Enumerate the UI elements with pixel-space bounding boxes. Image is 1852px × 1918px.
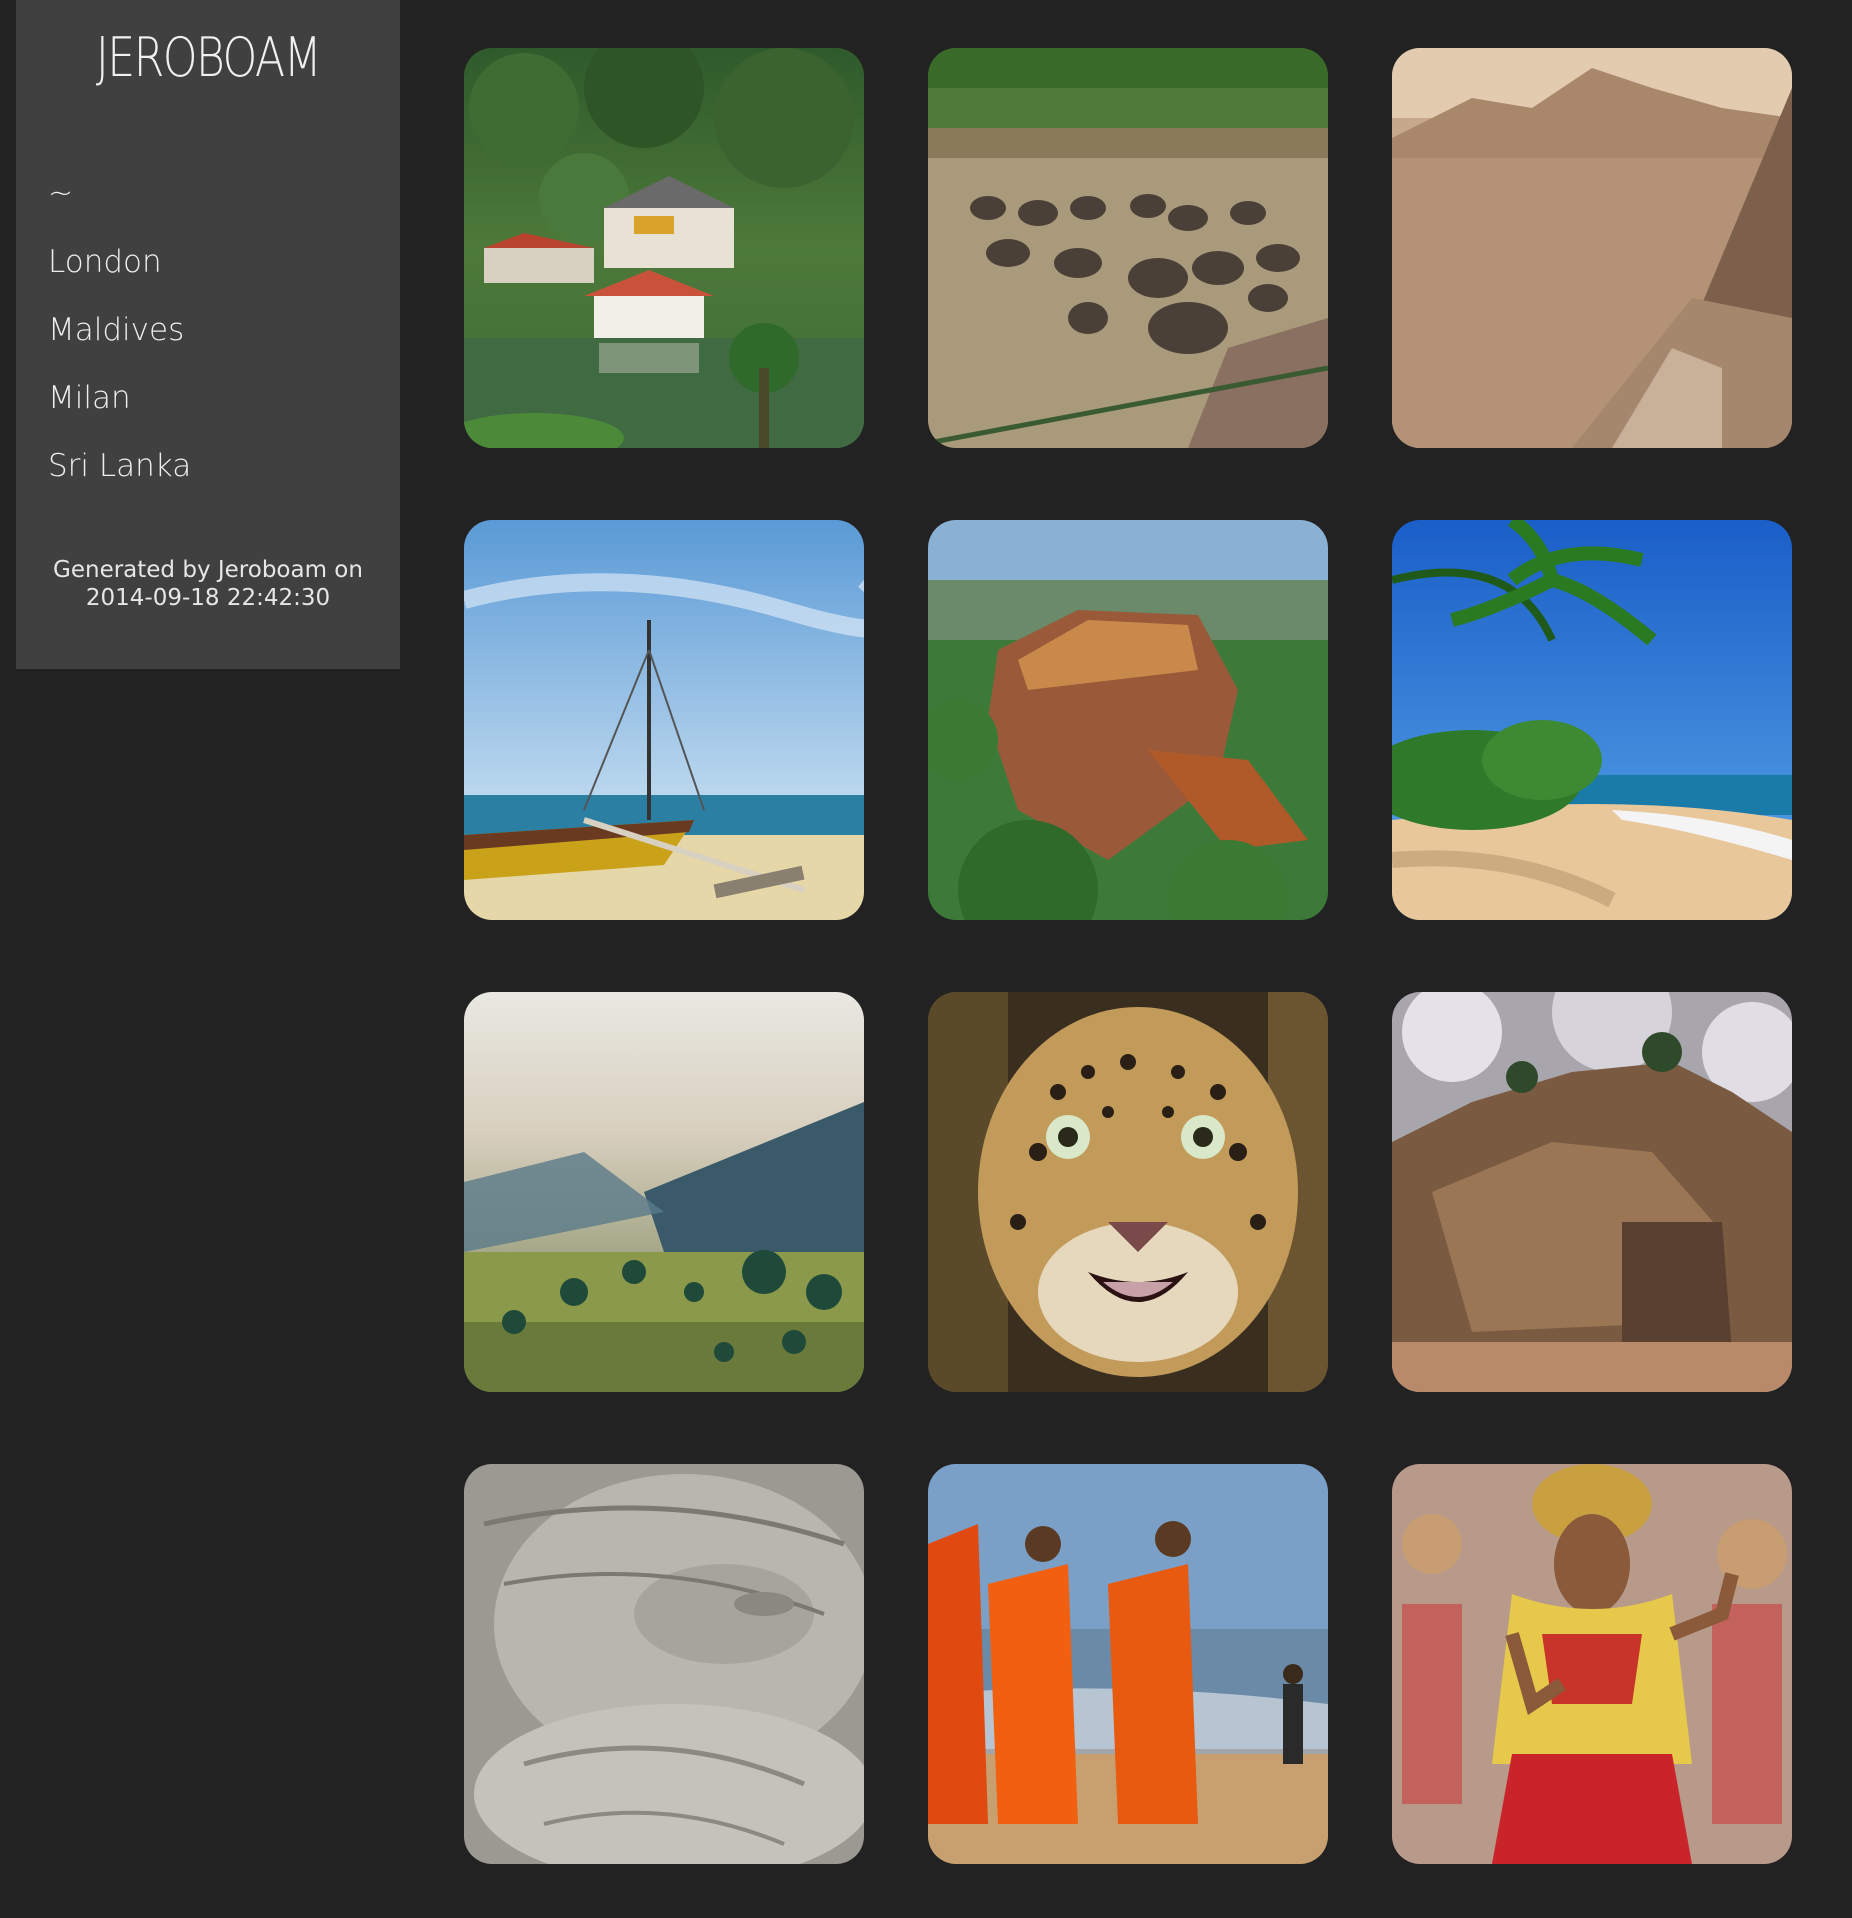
- photo-dancer[interactable]: [1392, 1464, 1792, 1864]
- album-link-home[interactable]: ~: [48, 160, 384, 228]
- photo-sigiriya-rock-aerial[interactable]: [928, 520, 1328, 920]
- photo-monks-on-beach[interactable]: [928, 1464, 1328, 1864]
- photo-reclining-buddha[interactable]: [464, 1464, 864, 1864]
- generated-timestamp: 2014-09-18 22:42:30: [85, 585, 331, 611]
- album-link-sri-lanka[interactable]: Sri Lanka: [48, 432, 384, 500]
- photo-leopard[interactable]: [928, 992, 1328, 1392]
- photo-elephants-in-river[interactable]: [928, 48, 1328, 448]
- generated-note: Generated by Jeroboam on 2014-09-18 22:4…: [16, 556, 400, 612]
- album-link-london[interactable]: London: [48, 228, 384, 296]
- site-title[interactable]: JEROBOAM: [51, 26, 366, 89]
- album-link-maldives[interactable]: Maldives: [48, 296, 384, 364]
- album-list: ~ London Maldives Milan Sri Lanka: [48, 160, 384, 500]
- generated-by-text: Generated by Jeroboam on: [53, 557, 363, 583]
- photo-sepia-ruins[interactable]: [1392, 48, 1792, 448]
- sidebar: JEROBOAM ~ London Maldives Milan Sri Lan…: [16, 0, 400, 669]
- album-link-milan[interactable]: Milan: [48, 364, 384, 432]
- photo-rock-fortress[interactable]: [1392, 992, 1792, 1392]
- photo-temple-by-lake[interactable]: [464, 48, 864, 448]
- photo-misty-valley[interactable]: [464, 992, 864, 1392]
- photo-palm-beach[interactable]: [1392, 520, 1792, 920]
- photo-outrigger-boat-beach[interactable]: [464, 520, 864, 920]
